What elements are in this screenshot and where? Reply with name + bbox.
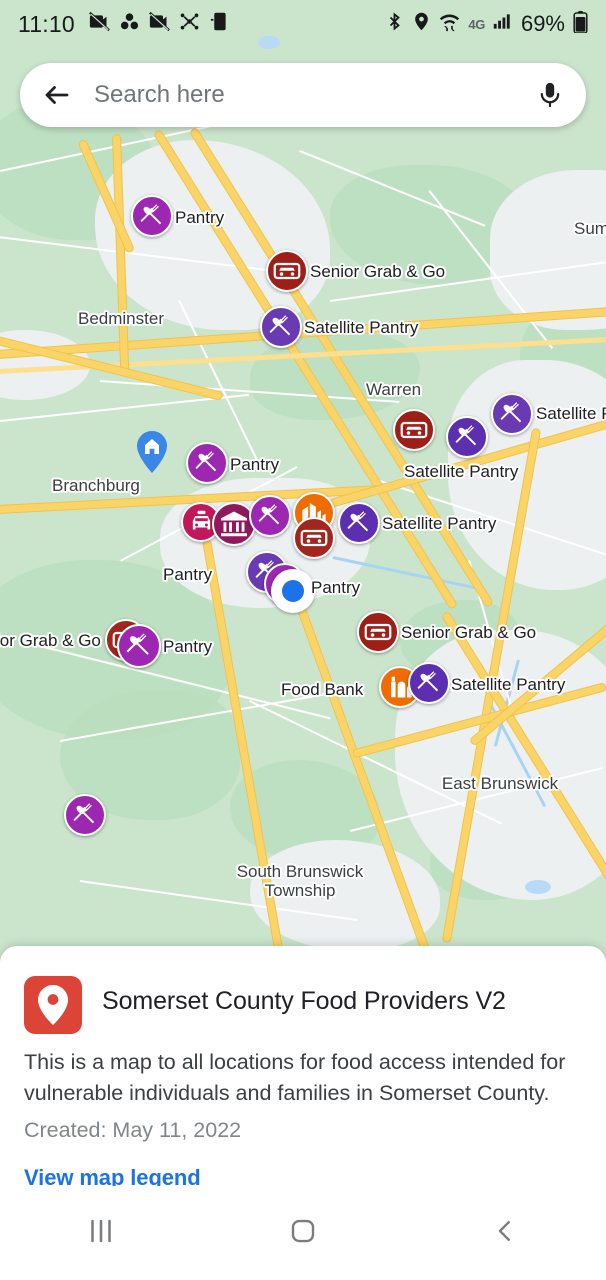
map-marker-satellite[interactable] xyxy=(446,416,488,458)
map-place-label: Branchburg xyxy=(52,476,140,495)
map-marker-pantry[interactable] xyxy=(64,794,106,836)
map-marker-label: Pantry xyxy=(175,208,225,227)
map-place-label: South Brunswick Township xyxy=(236,862,364,901)
dots-icon xyxy=(119,11,140,37)
map-marker-satellite[interactable] xyxy=(491,393,533,435)
map-marker-pantry[interactable] xyxy=(131,195,173,237)
location-dot-core xyxy=(282,580,304,602)
phone-device-icon xyxy=(209,11,230,37)
status-bar-right: 4G 69% xyxy=(385,10,588,38)
map-marker-pantry[interactable] xyxy=(117,624,161,668)
map-place-label: Warren xyxy=(366,380,422,399)
search-bar[interactable] xyxy=(20,63,586,127)
home-pin-icon[interactable] xyxy=(137,431,167,473)
map-description: This is a map to all locations for food … xyxy=(24,1050,566,1105)
map-marker-satellite[interactable] xyxy=(338,502,380,544)
map-marker-label: ior Grab & Go xyxy=(0,631,101,650)
home-button[interactable] xyxy=(202,1216,404,1251)
video-off-icon xyxy=(148,11,170,37)
card-header: Somerset County Food Providers V2 xyxy=(24,976,582,1034)
map-marker-grab-and-go[interactable] xyxy=(293,517,335,559)
status-bar-left: 11:10 xyxy=(18,11,230,38)
map-created-date: Created: May 11, 2022 xyxy=(24,1118,242,1143)
bluetooth-icon xyxy=(385,11,404,37)
network-type-label: 4G xyxy=(468,16,485,32)
map-marker-label: Pantry xyxy=(311,578,361,597)
map-marker-label: Pantry xyxy=(230,455,280,474)
map-marker-label: Food Bank xyxy=(281,680,364,699)
map-marker-label: Satellite Pantry xyxy=(304,318,419,337)
map-title: Somerset County Food Providers V2 xyxy=(102,987,506,1015)
location-pin-icon xyxy=(412,11,431,37)
arrow-back-icon[interactable] xyxy=(42,80,72,110)
map-marker-satellite[interactable] xyxy=(408,662,450,704)
recents-button[interactable] xyxy=(0,1214,202,1253)
map-marker-label: Senior Grab & Go xyxy=(310,262,446,281)
map-marker-pantry[interactable] xyxy=(186,442,228,484)
map-marker-label: Senior Grab & Go xyxy=(401,623,537,642)
map-place-label: Bedminster xyxy=(78,309,164,328)
map-marker-satellite[interactable] xyxy=(260,306,302,348)
status-bar: 11:10 4G 69% xyxy=(0,0,606,48)
map-marker-grab-and-go[interactable] xyxy=(266,250,308,292)
map-place-label: Sum xyxy=(574,219,606,238)
my-location-dot[interactable] xyxy=(271,569,315,613)
map-marker-grab-and-go[interactable] xyxy=(393,409,435,451)
video-off-icon xyxy=(88,11,110,37)
signal-bars-icon xyxy=(493,12,512,36)
map-marker-label: Satellite Pantry xyxy=(451,675,566,694)
map-marker-label: Satellite Pantry xyxy=(382,514,497,533)
search-input[interactable] xyxy=(94,81,536,109)
recents-icon xyxy=(84,1214,118,1253)
map-place-label: East Brunswick xyxy=(441,774,559,793)
map-canvas[interactable]: Bedminster Warren Branchburg East Brunswick… xyxy=(0,0,606,1090)
battery-icon xyxy=(573,10,588,38)
map-app-screen: Bedminster Warren Branchburg East Brunswick… xyxy=(0,0,606,1280)
back-button[interactable] xyxy=(404,1216,606,1251)
battery-percent: 69% xyxy=(520,11,565,36)
water-body xyxy=(525,880,551,894)
home-icon xyxy=(288,1216,318,1251)
google-my-maps-icon xyxy=(24,976,82,1034)
map-info-card[interactable]: Somerset County Food Providers V2 This i… xyxy=(0,946,606,1190)
map-marker-grab-and-go[interactable] xyxy=(357,611,399,653)
back-icon xyxy=(490,1216,520,1251)
microphone-icon[interactable] xyxy=(536,80,564,110)
map-marker-label: Pantry xyxy=(163,565,213,584)
map-marker-pantry[interactable] xyxy=(249,495,291,537)
wifi-transfer-icon xyxy=(439,11,460,37)
status-time: 11:10 xyxy=(18,10,75,37)
android-navigation-bar xyxy=(0,1186,606,1280)
share-nodes-icon xyxy=(179,11,200,37)
map-marker-label: Satellite Pantry xyxy=(404,462,519,481)
map-marker-label: Pantry xyxy=(163,637,213,656)
map-marker-label: Satellite P xyxy=(536,404,606,423)
